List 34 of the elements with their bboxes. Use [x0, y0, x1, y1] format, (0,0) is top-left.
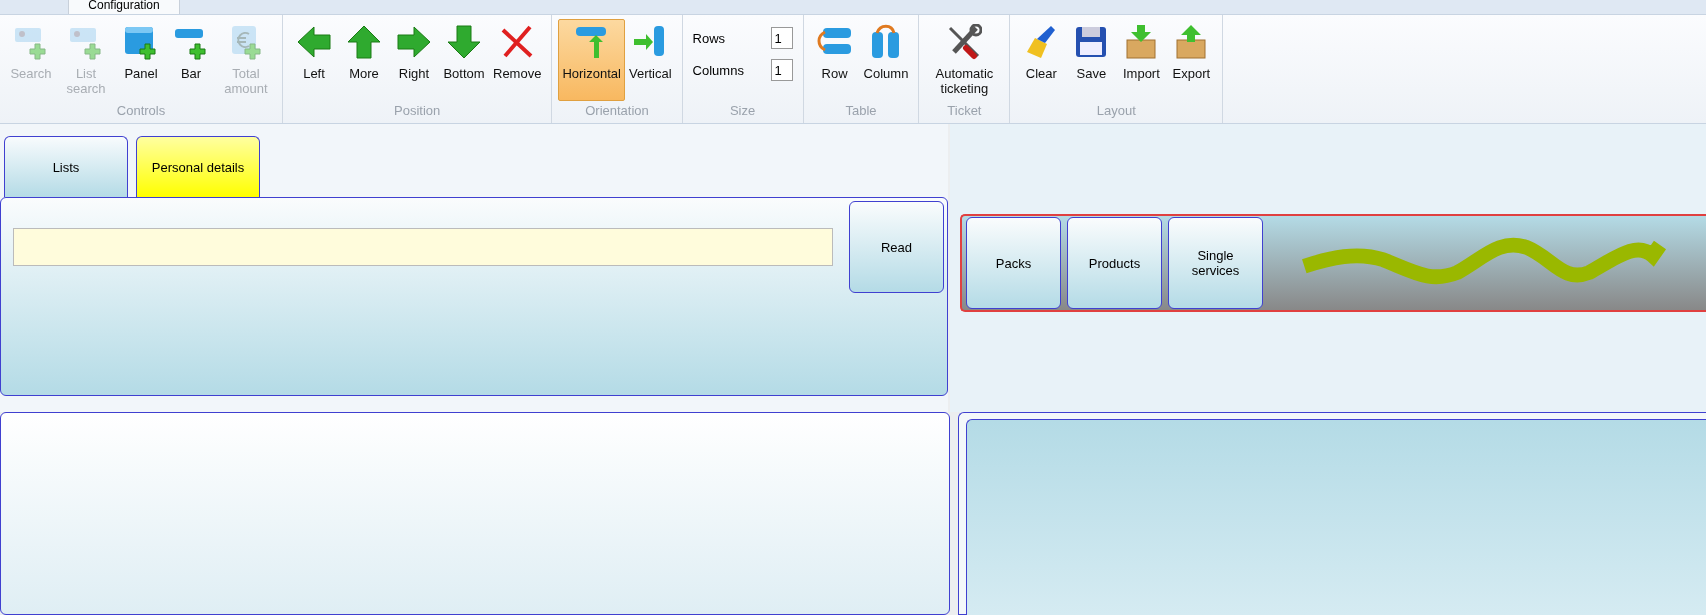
ribbon-button[interactable]: Panel — [116, 19, 166, 101]
group-label: Size — [728, 103, 757, 120]
group-label: Orientation — [584, 103, 650, 120]
category-button[interactable]: Packs — [966, 217, 1061, 309]
ribbon-button[interactable]: Right — [389, 19, 439, 101]
category-button[interactable]: Single services — [1168, 217, 1263, 309]
read-button[interactable]: Read — [849, 201, 944, 293]
ribbon-button[interactable]: Column — [859, 19, 913, 101]
group-label: Table — [844, 103, 878, 120]
ribbon-button[interactable]: Automatic ticketing — [925, 19, 1004, 101]
ribbon-button[interactable]: Bottom — [439, 19, 489, 101]
group-label: Layout — [1095, 103, 1137, 120]
ribbon-button[interactable]: Row — [809, 19, 860, 101]
ribbon-button[interactable]: Import — [1116, 19, 1167, 101]
category-button[interactable]: Products — [1067, 217, 1162, 309]
number-field[interactable]: 1 — [770, 27, 793, 49]
panel-tab[interactable]: Personal details — [136, 136, 260, 197]
ribbon-button[interactable]: Remove — [489, 19, 546, 101]
ribbon-button[interactable]: Bar — [166, 19, 216, 101]
number-field[interactable]: 1 — [770, 59, 793, 81]
ribbon-button[interactable]: More — [339, 19, 389, 101]
group-label: Position — [393, 103, 442, 120]
group-label: Controls — [115, 103, 167, 120]
field-label: Columns — [692, 62, 744, 78]
ribbon-button[interactable]: Horizontal — [558, 19, 625, 101]
ribbon-tab[interactable]: Configuration — [68, 0, 180, 14]
ribbon-button[interactable]: Export — [1166, 19, 1217, 101]
ribbon-button[interactable]: Left — [289, 19, 339, 101]
ribbon-button[interactable]: Clear — [1016, 19, 1067, 101]
group-label: Ticket — [946, 103, 983, 120]
ribbon-button[interactable]: Save — [1066, 19, 1117, 101]
field-label: Rows — [692, 30, 726, 46]
ribbon-button[interactable]: Vertical — [624, 19, 676, 101]
panel-tab[interactable]: Lists — [4, 136, 128, 197]
